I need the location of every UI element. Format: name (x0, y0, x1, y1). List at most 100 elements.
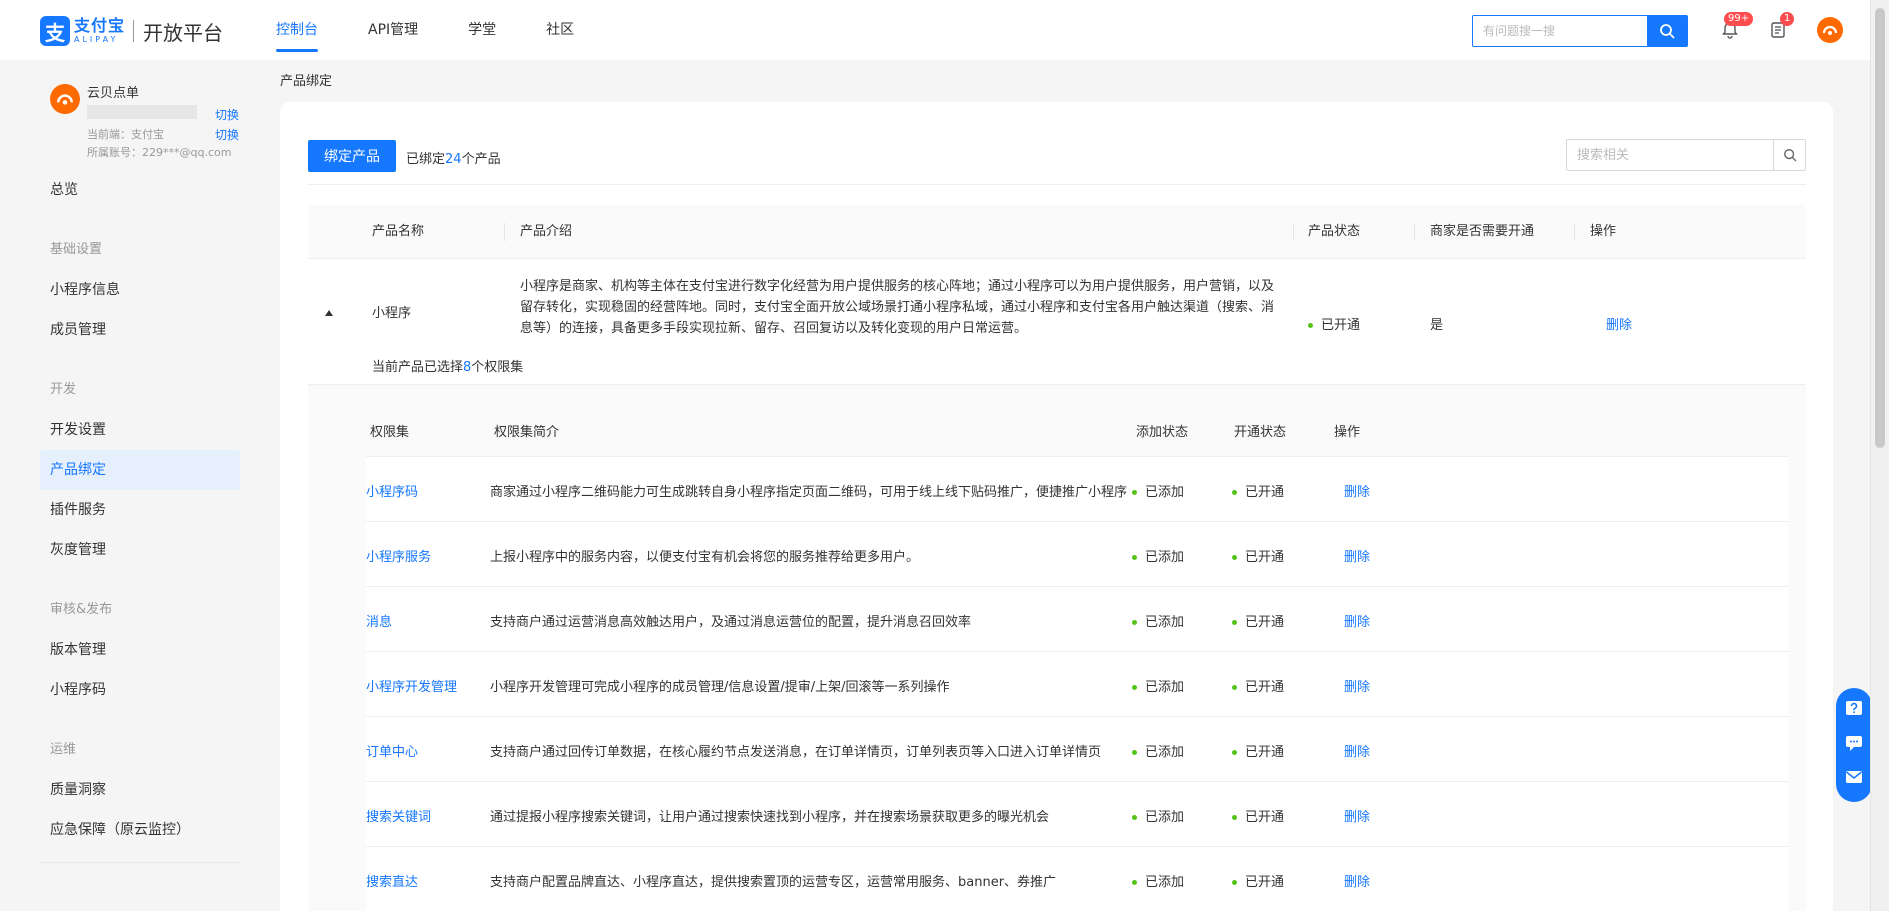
selected-permission-count: 当前产品已选择8个权限集 (372, 360, 524, 375)
col-permission-set: 权限集 (370, 425, 410, 440)
alipay-logo[interactable]: 支 支付宝 ALIPAY 开放平台 (40, 16, 223, 46)
current-end-label: 当前端：支付宝 (87, 128, 164, 141)
account-id-masked (87, 105, 197, 119)
avatar-icon (1822, 25, 1838, 35)
status-dot (1232, 685, 1237, 690)
account-avatar-icon (57, 94, 73, 105)
page-scrollbar[interactable] (1870, 0, 1889, 911)
open-status: 已开通 (1232, 676, 1284, 695)
delete-permission-link[interactable]: 删除 (1344, 871, 1370, 890)
sidebar-group-develop: 开发 (50, 382, 77, 397)
breadcrumb: 产品绑定 (280, 74, 333, 89)
permission-name-link[interactable]: 消息 (366, 611, 392, 630)
delete-permission-link[interactable]: 删除 (1344, 741, 1370, 760)
open-status: 已开通 (1232, 741, 1284, 760)
add-status: 已添加 (1132, 611, 1184, 630)
sidebar-menu: 总览 基础设置 小程序信息 成员管理 开发 开发设置 产品绑定 插件服务 灰度管… (40, 170, 240, 863)
global-search (1472, 15, 1688, 47)
notification-badge: 99+ (1724, 12, 1754, 26)
user-avatar[interactable] (1817, 17, 1843, 43)
sidebar-item-miniapp-code[interactable]: 小程序码 (40, 670, 240, 710)
collapse-button[interactable] (324, 306, 334, 321)
permission-area: 权限集 权限集简介 添加状态 开通状态 操作 小程序码 商家通过小程序二维码能力可… (308, 384, 1806, 911)
status-dot (1132, 490, 1137, 495)
status-dot (1232, 815, 1237, 820)
bound-count-text: 已绑定24个产品 (406, 152, 501, 167)
sidebar-group-basic: 基础设置 (50, 242, 103, 257)
col-permission-actions: 操作 (1334, 425, 1361, 440)
scrollbar-thumb[interactable] (1875, 8, 1885, 448)
global-search-button[interactable] (1647, 16, 1687, 46)
task-badge: 1 (1780, 12, 1795, 26)
delete-product-link[interactable]: 删除 (1606, 314, 1632, 333)
search-icon (1783, 149, 1796, 162)
logo-divider (133, 20, 135, 42)
permission-row: 搜索直达 支持商户配置品牌直达、小程序直达，提供搜索置顶的运营专区，运营常用服务、… (366, 847, 1788, 911)
logo-cn-text: 支付宝 (74, 16, 126, 35)
nav-community[interactable]: 社区 (546, 0, 574, 60)
delete-permission-link[interactable]: 删除 (1344, 676, 1370, 695)
merchant-need-value: 是 (1430, 318, 1444, 333)
switch-end-link[interactable]: 切换 (215, 126, 239, 143)
global-search-input[interactable] (1473, 16, 1647, 46)
switch-account-link[interactable]: 切换 (215, 106, 239, 123)
permission-name-link[interactable]: 搜索关键词 (366, 806, 431, 825)
help-button[interactable] (1844, 699, 1864, 723)
status-dot (1132, 555, 1137, 560)
permission-description: 通过提报小程序搜索关键词，让用户通过搜索快速找到小程序，并在搜索场景获取更多的曝… (490, 810, 1050, 825)
sidebar-item-dev-settings[interactable]: 开发设置 (40, 410, 240, 450)
permission-table: 权限集 权限集简介 添加状态 开通状态 操作 小程序码 商家通过小程序二维码能力可… (366, 385, 1788, 911)
delete-permission-link[interactable]: 删除 (1344, 481, 1370, 500)
sidebar-item-member-management[interactable]: 成员管理 (40, 310, 240, 350)
notification-button[interactable]: 99+ (1718, 12, 1754, 42)
permission-name-link[interactable]: 小程序码 (366, 481, 418, 500)
nav-console[interactable]: 控制台 (276, 0, 318, 60)
top-nav: 控制台 API管理 学堂 社区 (276, 0, 574, 60)
permission-name-link[interactable]: 订单中心 (366, 741, 418, 760)
status-dot (1132, 750, 1137, 755)
status-dot (1232, 490, 1237, 495)
status-dot (1132, 815, 1137, 820)
col-permission-desc: 权限集简介 (494, 425, 560, 440)
open-status: 已开通 (1232, 806, 1284, 825)
feedback-button[interactable] (1844, 767, 1864, 791)
product-search-button[interactable] (1773, 140, 1805, 170)
caret-up-icon (325, 310, 333, 316)
search-icon (1660, 24, 1675, 39)
status-dot (1232, 880, 1237, 885)
permission-row: 订单中心 支持商户通过回传订单数据，在核心履约节点发送消息，在订单详情页，订单列表… (366, 717, 1788, 782)
sidebar-item-emergency-support[interactable]: 应急保障（原云监控） (40, 810, 240, 850)
sidebar-item-miniapp-info[interactable]: 小程序信息 (40, 270, 240, 310)
sidebar-item-quality-insight[interactable]: 质量洞察 (40, 770, 240, 810)
product-status: 已开通 (1308, 314, 1360, 333)
alipay-logo-icon: 支 (40, 16, 70, 46)
permission-description: 上报小程序中的服务内容，以便支付宝有机会将您的服务推荐给更多用户。 (490, 550, 920, 565)
add-status: 已添加 (1132, 806, 1184, 825)
delete-permission-link[interactable]: 删除 (1344, 806, 1370, 825)
add-status: 已添加 (1132, 676, 1184, 695)
add-status: 已添加 (1132, 481, 1184, 500)
delete-permission-link[interactable]: 删除 (1344, 611, 1370, 630)
open-status: 已开通 (1232, 546, 1284, 565)
permission-name-link[interactable]: 搜索直达 (366, 871, 418, 890)
bind-product-button[interactable]: 绑定产品 (308, 140, 396, 172)
sidebar-item-plugin-service[interactable]: 插件服务 (40, 490, 240, 530)
task-button[interactable]: 1 (1766, 12, 1795, 42)
sidebar-item-gray-management[interactable]: 灰度管理 (40, 530, 240, 570)
col-open-status: 开通状态 (1234, 425, 1287, 440)
status-dot (1132, 685, 1137, 690)
bound-count-number: 24 (445, 152, 462, 167)
chat-button[interactable] (1844, 733, 1864, 757)
permission-name-link[interactable]: 小程序开发管理 (366, 676, 457, 695)
nav-academy[interactable]: 学堂 (468, 0, 496, 60)
sidebar-item-product-binding[interactable]: 产品绑定 (40, 450, 240, 490)
nav-api-management[interactable]: API管理 (368, 0, 418, 60)
delete-permission-link[interactable]: 删除 (1344, 546, 1370, 565)
product-search-input[interactable] (1567, 140, 1773, 170)
sidebar-item-version-management[interactable]: 版本管理 (40, 630, 240, 670)
open-status: 已开通 (1232, 611, 1284, 630)
permission-name-link[interactable]: 小程序服务 (366, 546, 431, 565)
status-dot (1132, 880, 1137, 885)
sidebar-item-overview[interactable]: 总览 (40, 170, 240, 210)
col-actions: 操作 (1590, 224, 1617, 239)
